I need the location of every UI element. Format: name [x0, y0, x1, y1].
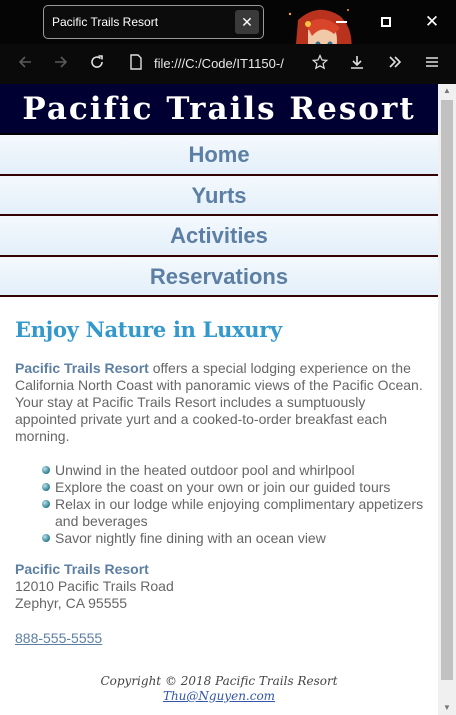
- overflow-chevrons-icon[interactable]: [381, 50, 409, 78]
- feature-text: Unwind in the heated outdoor pool and wh…: [55, 462, 355, 478]
- tab-title: Pacific Trails Resort: [52, 15, 159, 29]
- list-item: Savor nightly fine dining with an ocean …: [42, 530, 430, 547]
- site-nav: Home Yurts Activities Reservations: [0, 135, 438, 297]
- download-icon[interactable]: [343, 50, 371, 78]
- tab-close-icon[interactable]: ✕: [235, 10, 259, 34]
- phone-link[interactable]: 888-555-5555: [15, 630, 102, 647]
- star-icon[interactable]: [306, 50, 334, 78]
- address-bar[interactable]: file:///C:/Code/IT1150-/: [154, 56, 300, 74]
- menu-icon[interactable]: [418, 50, 446, 78]
- scroll-down-arrow-icon[interactable]: ▼: [438, 701, 456, 715]
- email-link[interactable]: Thu@Nguyen.com: [163, 689, 275, 703]
- browser-titlebar: Pacific Trails Resort ✕ ✕: [0, 0, 456, 44]
- feature-text: Explore the coast on your own or join ou…: [55, 479, 391, 495]
- contact-address: Pacific Trails Resort 12010 Pacific Trai…: [15, 561, 430, 647]
- page-icon[interactable]: [122, 50, 150, 78]
- feature-text: Savor nightly fine dining with an ocean …: [55, 530, 326, 546]
- site-title: Pacific Trails Resort: [22, 91, 416, 127]
- nav-link-activities[interactable]: Activities: [0, 216, 438, 257]
- scroll-up-arrow-icon[interactable]: ▲: [438, 84, 456, 98]
- forward-arrow-icon[interactable]: [47, 50, 75, 78]
- back-arrow-icon[interactable]: [11, 50, 39, 78]
- list-item: Relax in our lodge while enjoying compli…: [42, 496, 430, 530]
- contact-city: Zephyr, CA 95555: [15, 595, 128, 611]
- browser-tab[interactable]: Pacific Trails Resort ✕: [43, 5, 264, 39]
- list-item: Explore the coast on your own or join ou…: [42, 479, 430, 496]
- reload-icon[interactable]: [83, 50, 111, 78]
- scrollbar-thumb[interactable]: [441, 100, 453, 680]
- contact-street: 12010 Pacific Trails Road: [15, 578, 174, 594]
- window-maximize-button[interactable]: [372, 8, 400, 36]
- window-minimize-button[interactable]: [327, 8, 355, 36]
- intro-resort-name: Pacific Trails Resort: [15, 360, 149, 376]
- page-viewport: Pacific Trails Resort Home Yurts Activit…: [0, 84, 438, 715]
- features-list: Unwind in the heated outdoor pool and wh…: [15, 462, 430, 547]
- bullet-icon: [42, 534, 50, 542]
- list-item: Unwind in the heated outdoor pool and wh…: [42, 462, 430, 479]
- feature-text: Relax in our lodge while enjoying compli…: [55, 496, 424, 529]
- page-footer: Copyright © 2018 Pacific Trails Resort T…: [0, 674, 438, 704]
- bullet-icon: [42, 483, 50, 491]
- nav-link-home[interactable]: Home: [0, 135, 438, 176]
- vertical-scrollbar[interactable]: ▲ ▼: [438, 84, 456, 715]
- page-heading: Enjoy Nature in Luxury: [15, 317, 282, 342]
- main-content: Enjoy Nature in Luxury Pacific Trails Re…: [15, 316, 430, 647]
- bullet-icon: [42, 500, 50, 508]
- window-close-button[interactable]: ✕: [418, 8, 446, 36]
- bullet-icon: [42, 466, 50, 474]
- nav-link-reservations[interactable]: Reservations: [0, 256, 438, 297]
- copyright-text: Copyright © 2018 Pacific Trails Resort: [100, 674, 338, 688]
- contact-name: Pacific Trails Resort: [15, 561, 149, 577]
- browser-toolbar: file:///C:/Code/IT1150-/: [0, 44, 456, 84]
- intro-paragraph: Pacific Trails Resort offers a special l…: [15, 360, 430, 445]
- site-header: Pacific Trails Resort: [0, 84, 438, 135]
- nav-link-yurts[interactable]: Yurts: [0, 175, 438, 216]
